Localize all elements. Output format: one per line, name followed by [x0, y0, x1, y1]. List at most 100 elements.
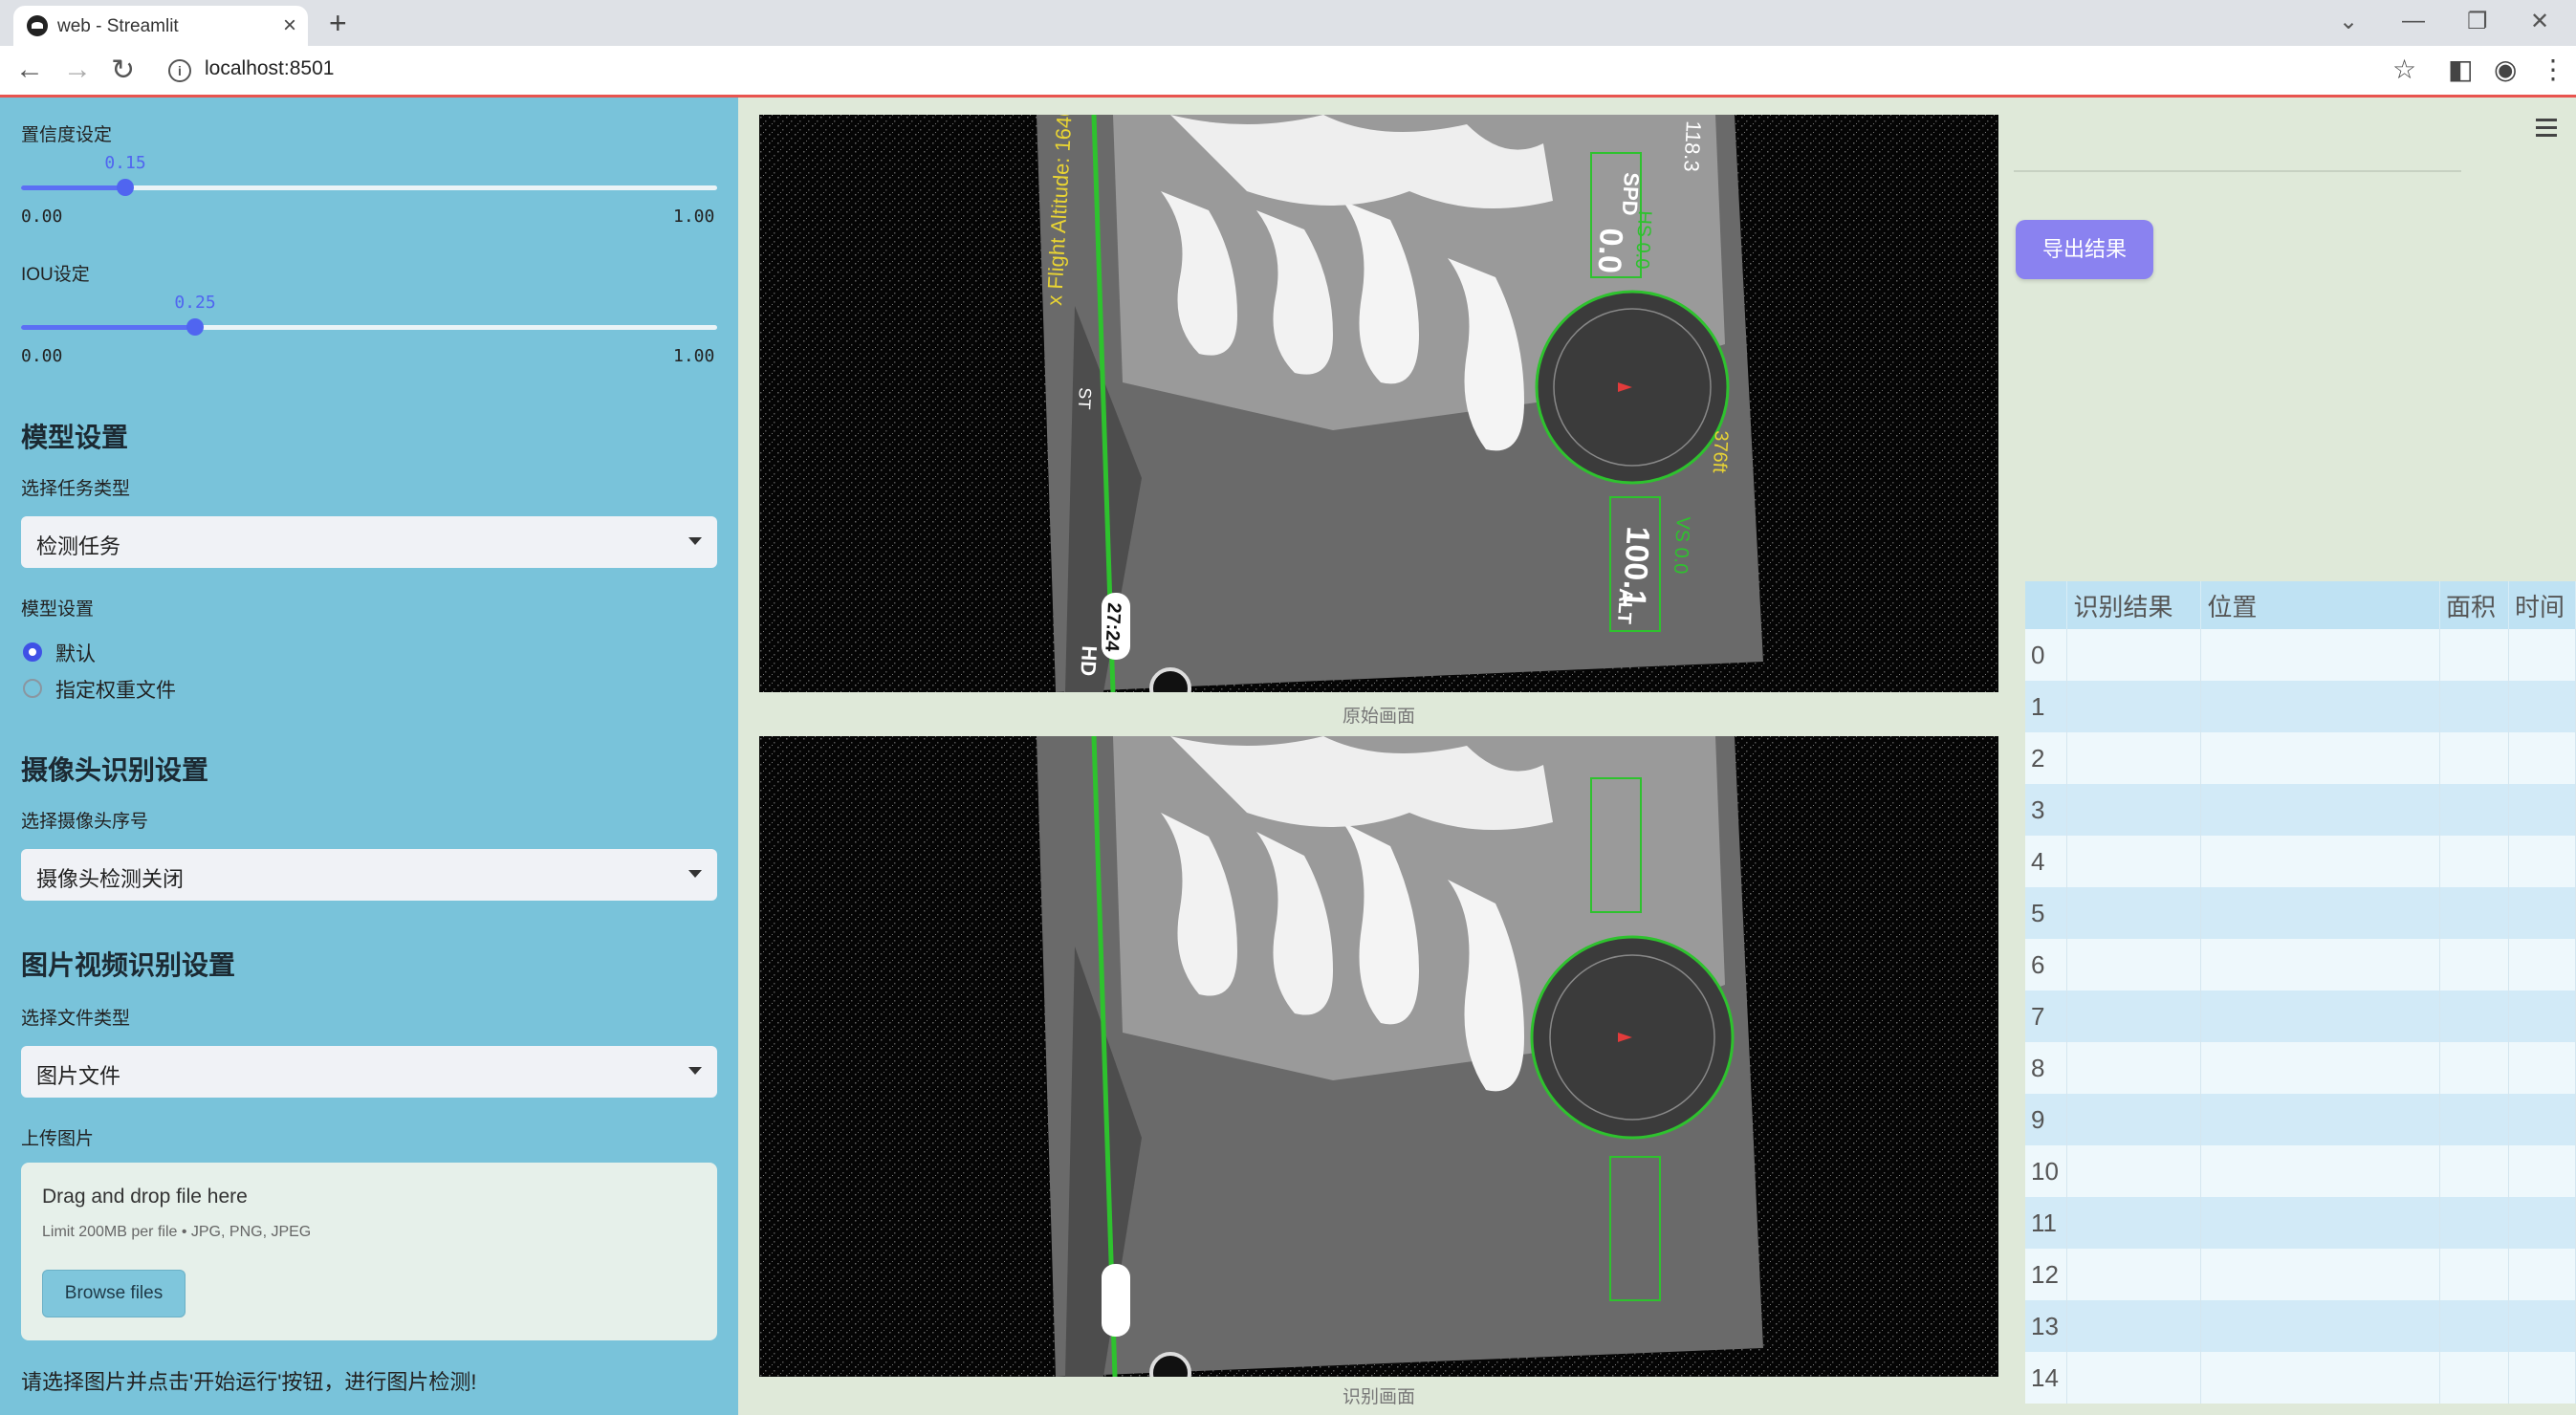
col-position[interactable]: 位置	[2200, 581, 2440, 629]
hud-speed-value: 0.0	[1591, 228, 1629, 274]
export-results-button[interactable]: 导出结果	[2016, 220, 2153, 279]
detected-image	[759, 736, 1998, 1377]
hud-hd-label: HD	[1076, 645, 1102, 677]
table-cell	[2508, 836, 2576, 887]
table-row[interactable]: 12	[2025, 1249, 2576, 1300]
table-cell	[2200, 1249, 2440, 1300]
window-close-icon[interactable]: ✕	[2530, 8, 2549, 35]
table-row[interactable]: 11	[2025, 1197, 2576, 1249]
chevron-down-icon	[688, 537, 702, 545]
hud-alt-label: ALT	[1613, 588, 1636, 625]
table-cell	[2200, 1352, 2440, 1404]
browser-menu-icon[interactable]: ⋮	[2540, 54, 2566, 85]
table-cell	[2066, 732, 2202, 784]
site-info-icon[interactable]: i	[168, 59, 191, 82]
row-index: 0	[2025, 629, 2068, 681]
table-cell	[2508, 1300, 2576, 1352]
iou-slider-thumb[interactable]	[186, 318, 204, 336]
hud-distance: 376ft	[1709, 430, 1732, 474]
table-cell	[2066, 1145, 2202, 1197]
table-row[interactable]: 14	[2025, 1352, 2576, 1404]
address-bar: ← → ↻ i localhost:8501 ☆ ◧ ◉ ⋮	[0, 46, 2576, 98]
app-menu-icon[interactable]	[2536, 119, 2557, 142]
results-table: 识别结果 位置 面积 时间 0 1 2 3 4 5 6 7 8 9 10 11 12 13 14	[2025, 581, 2576, 1404]
table-row[interactable]: 6	[2025, 939, 2576, 990]
row-index: 4	[2025, 836, 2068, 887]
file-type-select[interactable]: 图片文件	[21, 1046, 717, 1098]
forward-icon[interactable]: →	[63, 54, 92, 86]
radio-custom-weights-label[interactable]: 指定权重文件	[55, 675, 176, 704]
camera-index-label: 选择摄像头序号	[21, 812, 149, 832]
file-uploader-dropzone[interactable]: Drag and drop file here Limit 200MB per …	[21, 1163, 717, 1340]
streamlit-favicon-icon	[27, 15, 48, 36]
col-index[interactable]	[2025, 581, 2068, 629]
url-field[interactable]: localhost:8501	[205, 57, 334, 80]
task-type-select[interactable]: 检测任务	[21, 516, 717, 568]
table-cell	[2439, 1300, 2509, 1352]
table-cell	[2200, 732, 2440, 784]
table-row[interactable]: 5	[2025, 887, 2576, 939]
table-row[interactable]: 13	[2025, 1300, 2576, 1352]
table-cell	[2066, 629, 2202, 681]
row-index: 3	[2025, 784, 2068, 836]
table-row[interactable]: 7	[2025, 990, 2576, 1042]
row-index: 10	[2025, 1145, 2068, 1197]
file-type-value: 图片文件	[36, 1064, 121, 1088]
minimize-icon[interactable]: —	[2402, 8, 2425, 34]
table-cell	[2200, 681, 2440, 732]
table-row[interactable]: 4	[2025, 836, 2576, 887]
iou-slider[interactable]: 0.25	[21, 293, 717, 336]
row-index: 6	[2025, 939, 2068, 990]
table-cell	[2508, 681, 2576, 732]
radio-default-label[interactable]: 默认	[55, 639, 96, 667]
side-panel-icon[interactable]: ◧	[2448, 54, 2473, 85]
table-row[interactable]: 2	[2025, 732, 2576, 784]
browser-tab[interactable]: web - Streamlit ×	[13, 6, 308, 46]
table-row[interactable]: 10	[2025, 1145, 2576, 1197]
table-row[interactable]: 9	[2025, 1094, 2576, 1145]
table-row[interactable]: 8	[2025, 1042, 2576, 1094]
reload-icon[interactable]: ↻	[111, 54, 135, 87]
row-index: 9	[2025, 1094, 2068, 1145]
back-icon[interactable]: ←	[15, 54, 44, 86]
table-row[interactable]: 0	[2025, 629, 2576, 681]
table-cell	[2439, 990, 2509, 1042]
table-cell	[2508, 629, 2576, 681]
table-row[interactable]: 3	[2025, 784, 2576, 836]
iou-min: 0.00	[21, 346, 63, 366]
chevron-down-icon	[688, 1067, 702, 1075]
row-index: 1	[2025, 681, 2068, 732]
iou-value: 0.25	[174, 293, 216, 313]
tab-search-chevron-icon[interactable]: ⌄	[2339, 8, 2358, 35]
col-time[interactable]: 时间	[2508, 581, 2576, 629]
restore-icon[interactable]: ❐	[2467, 8, 2488, 35]
col-area[interactable]: 面积	[2439, 581, 2509, 629]
confidence-label: 置信度设定	[21, 125, 113, 145]
confidence-slider-thumb[interactable]	[117, 179, 134, 196]
row-index: 5	[2025, 887, 2068, 939]
profile-avatar-icon[interactable]: ◉	[2494, 54, 2517, 85]
table-cell	[2066, 1094, 2202, 1145]
table-cell	[2200, 990, 2440, 1042]
radio-default[interactable]	[23, 642, 42, 662]
browse-files-button[interactable]: Browse files	[42, 1270, 186, 1317]
camera-index-select[interactable]: 摄像头检测关闭	[21, 849, 717, 901]
col-result[interactable]: 识别结果	[2066, 581, 2202, 629]
bookmark-star-icon[interactable]: ☆	[2392, 54, 2416, 85]
new-tab-icon[interactable]: +	[329, 6, 347, 41]
row-index: 11	[2025, 1197, 2068, 1249]
tab-close-icon[interactable]: ×	[283, 12, 296, 39]
hud-st-label: ST	[1075, 387, 1095, 410]
row-index: 14	[2025, 1352, 2068, 1404]
drop-limit: Limit 200MB per file • JPG, PNG, JPEG	[42, 1224, 312, 1240]
table-cell	[2066, 939, 2202, 990]
chevron-down-icon	[688, 870, 702, 878]
table-row[interactable]: 1	[2025, 681, 2576, 732]
confidence-slider[interactable]: 0.15	[21, 153, 717, 196]
table-cell	[2066, 1249, 2202, 1300]
hud-reading: 118.3	[1679, 120, 1706, 173]
table-cell	[2508, 1042, 2576, 1094]
table-cell	[2066, 1197, 2202, 1249]
radio-custom-weights[interactable]	[23, 679, 42, 698]
table-cell	[2066, 836, 2202, 887]
